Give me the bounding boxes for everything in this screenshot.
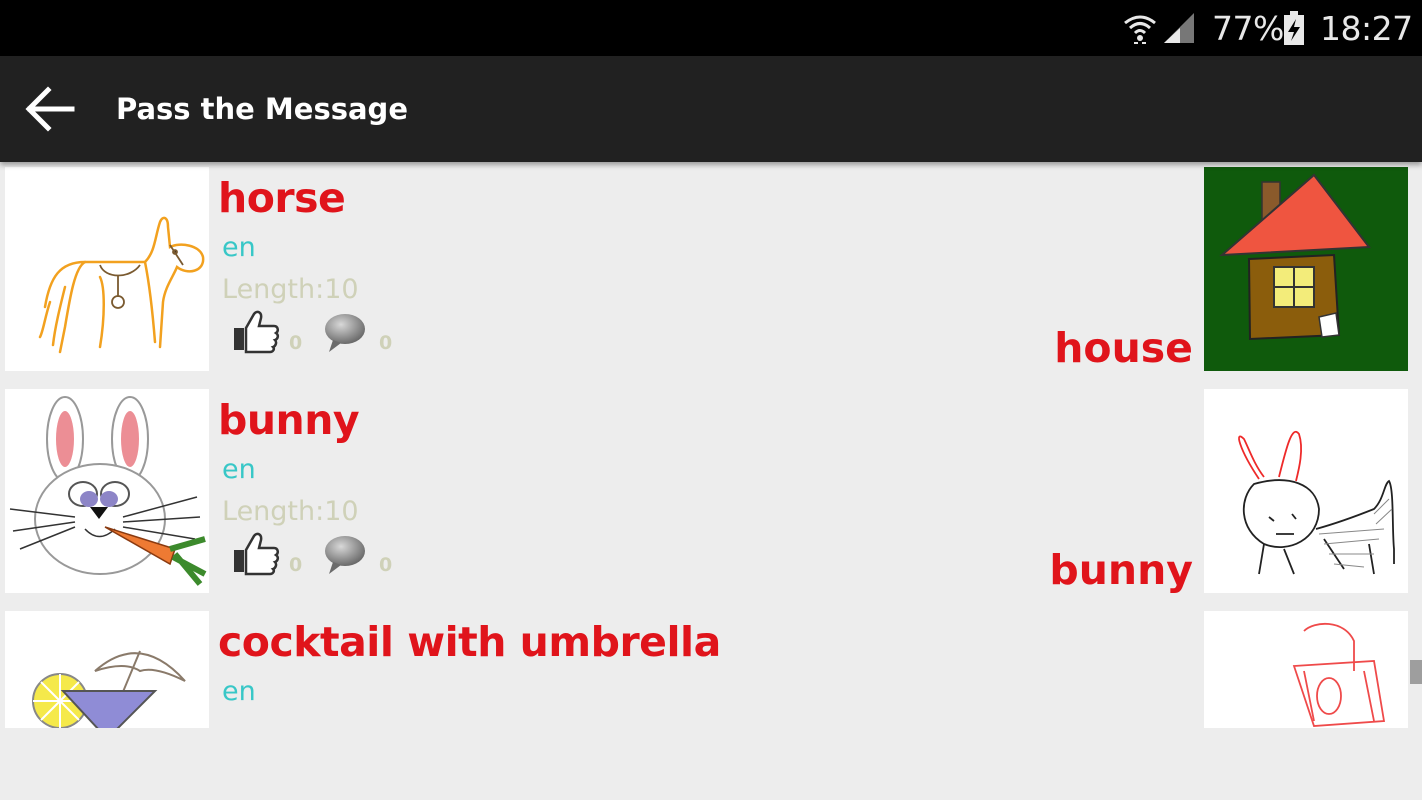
- arrow-left-icon: [25, 86, 75, 132]
- like-button[interactable]: [232, 310, 280, 354]
- battery-percentage: 77%: [1212, 8, 1284, 48]
- sketch-drawing: [1292, 622, 1386, 727]
- likes-count: 0: [289, 554, 303, 576]
- item-guess: bunny: [1049, 546, 1193, 594]
- comments-count: 0: [379, 332, 393, 354]
- status-bar: 77% 18:27: [0, 0, 1422, 56]
- item-word: cocktail with umbrella: [218, 618, 721, 666]
- guess-drawing-thumbnail[interactable]: [1204, 611, 1408, 728]
- clock: 18:27: [1320, 8, 1413, 48]
- item-language: en: [222, 232, 256, 263]
- speech-bubble-icon: [325, 314, 365, 352]
- app-title: Pass the Message: [116, 92, 408, 126]
- back-button[interactable]: [22, 81, 82, 137]
- guess-drawing-thumbnail[interactable]: [1204, 389, 1408, 593]
- scrollbar-thumb[interactable]: [1410, 660, 1422, 684]
- drawing-thumbnail[interactable]: [5, 611, 209, 728]
- likes-count: 0: [289, 332, 303, 354]
- list-item[interactable]: bunny en Length:10 0 0 bunny: [0, 384, 1422, 594]
- house-drawing: [1204, 167, 1408, 371]
- item-length: Length:10: [222, 274, 359, 305]
- guess-drawing-thumbnail[interactable]: [1204, 167, 1408, 371]
- horse-drawing: [38, 216, 205, 354]
- battery-charging-icon: [1283, 0, 1305, 56]
- comments-count: 0: [379, 554, 393, 576]
- item-language: en: [222, 676, 256, 707]
- drawing-thumbnail[interactable]: [5, 167, 209, 371]
- comment-button[interactable]: [323, 312, 367, 354]
- drawing-thumbnail[interactable]: [5, 389, 209, 593]
- like-button[interactable]: [232, 532, 280, 576]
- wifi-icon: [1122, 0, 1158, 56]
- item-length: Length:10: [222, 496, 359, 527]
- comment-button[interactable]: [323, 534, 367, 576]
- cocktail-drawing: [32, 650, 186, 728]
- bunny-sketch-drawing: [1238, 431, 1395, 575]
- app-bar: Pass the Message: [0, 56, 1422, 162]
- thumbs-up-icon: [234, 310, 280, 354]
- bunny-drawing: [9, 396, 207, 586]
- item-guess: house: [1054, 324, 1193, 372]
- list-item[interactable]: cocktail with umbrella en: [0, 606, 1422, 728]
- thumbs-up-icon: [234, 532, 280, 576]
- speech-bubble-icon: [325, 536, 365, 574]
- list-item[interactable]: horse en Length:10 0 0 house: [0, 162, 1422, 372]
- item-word: horse: [218, 174, 346, 222]
- list-footer-space: [0, 728, 1422, 800]
- item-word: bunny: [218, 396, 360, 444]
- signal-icon: [1162, 0, 1196, 56]
- message-list[interactable]: horse en Length:10 0 0 house bunny en Le…: [0, 162, 1422, 728]
- item-language: en: [222, 454, 256, 485]
